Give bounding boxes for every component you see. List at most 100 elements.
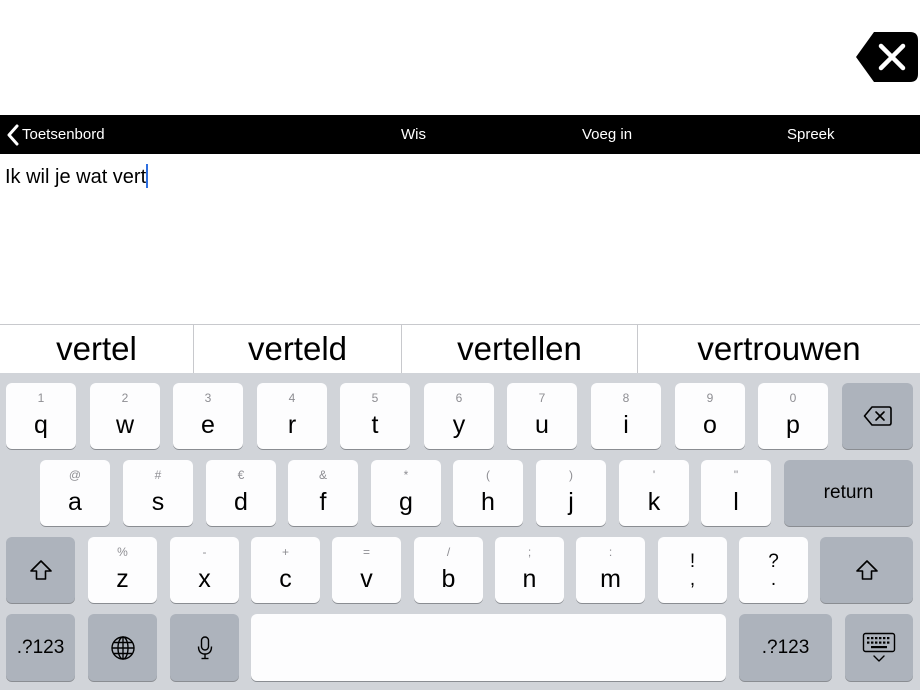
editor-text: Ik wil je wat vert — [5, 166, 147, 188]
key-p[interactable]: 0 p — [758, 383, 828, 449]
key-k[interactable]: ' k — [619, 460, 689, 526]
key-char: x — [198, 565, 211, 593]
key-s[interactable]: # s — [123, 460, 193, 526]
key-char: b — [441, 565, 456, 593]
key-hint: ) — [569, 468, 573, 482]
key-hint: " — [733, 468, 739, 482]
key-g[interactable]: * g — [371, 460, 441, 526]
key-l[interactable]: " l — [701, 460, 771, 526]
chevron-left-icon — [7, 124, 19, 145]
back-to-keyboard-button[interactable]: Toetsenbord — [6, 115, 105, 154]
key-v[interactable]: = v — [332, 537, 401, 603]
numbers-key-right[interactable]: .?123 — [739, 614, 832, 681]
back-label: Toetsenbord — [22, 126, 105, 143]
key-char: q — [34, 411, 48, 439]
key-q[interactable]: 1 q — [6, 383, 76, 449]
key-u[interactable]: 7 u — [507, 383, 577, 449]
key-hint: * — [403, 468, 409, 482]
key-hint: @ — [68, 468, 82, 482]
key-char: a — [68, 488, 82, 516]
key-exclamation-comma[interactable]: ! , — [658, 537, 727, 603]
key-d[interactable]: € d — [206, 460, 276, 526]
key-n[interactable]: ; n — [495, 537, 564, 603]
key-char: h — [481, 488, 495, 516]
key-hint: & — [318, 468, 327, 482]
key-i[interactable]: 8 i — [591, 383, 661, 449]
key-m[interactable]: : m — [576, 537, 645, 603]
app-root: Toetsenbord Wis Voeg in Spreek Ik wil je… — [0, 0, 920, 690]
key-hint: 3 — [204, 391, 212, 405]
return-key[interactable]: return — [784, 460, 913, 526]
key-hint: € — [237, 468, 245, 482]
key-hint: 8 — [622, 391, 630, 405]
key-h[interactable]: ( h — [453, 460, 523, 526]
clear-button[interactable]: Wis — [401, 115, 426, 154]
key-char: w — [115, 411, 135, 439]
insert-button[interactable]: Voeg in — [582, 115, 632, 154]
key-t[interactable]: 5 t — [340, 383, 410, 449]
key-hint: 9 — [706, 391, 714, 405]
keyboard-dismiss-icon — [862, 632, 896, 662]
key-hint: 4 — [288, 391, 296, 405]
key-hint: ' — [652, 468, 656, 482]
shift-icon — [855, 560, 878, 580]
key-hint: % — [117, 545, 128, 559]
space-key[interactable] — [251, 614, 726, 681]
hide-keyboard-key[interactable] — [845, 614, 913, 681]
key-hint: 6 — [455, 391, 463, 405]
speak-button[interactable]: Spreek — [787, 115, 835, 154]
suggestion-4[interactable]: vertrouwen — [638, 325, 920, 373]
key-hint: / — [446, 545, 451, 559]
key-hint: - — [202, 545, 207, 559]
key-char: z — [116, 565, 129, 593]
key-question-period[interactable]: ? . — [739, 537, 808, 603]
key-char: u — [535, 411, 549, 439]
key-bottom-char: , — [689, 569, 696, 590]
text-editor[interactable]: Ik wil je wat vert — [0, 154, 920, 324]
text-caret — [146, 164, 149, 188]
key-char: g — [399, 488, 413, 516]
key-r[interactable]: 4 r — [257, 383, 327, 449]
key-a[interactable]: @ a — [40, 460, 110, 526]
suggestion-3[interactable]: vertellen — [402, 325, 637, 373]
key-e[interactable]: 3 e — [173, 383, 243, 449]
key-hint: 1 — [37, 391, 45, 405]
key-c[interactable]: + c — [251, 537, 320, 603]
key-char: i — [623, 411, 629, 439]
key-char: o — [703, 411, 717, 439]
key-char: s — [151, 488, 165, 516]
key-b[interactable]: / b — [414, 537, 483, 603]
key-y[interactable]: 6 y — [424, 383, 494, 449]
return-label: return — [823, 482, 874, 503]
key-z[interactable]: % z — [88, 537, 157, 603]
numbers-key-left[interactable]: .?123 — [6, 614, 75, 681]
dictation-key[interactable] — [170, 614, 239, 681]
suggestion-2[interactable]: verteld — [194, 325, 401, 373]
numbers-label: .?123 — [16, 636, 65, 658]
key-hint: 7 — [538, 391, 546, 405]
key-o[interactable]: 9 o — [675, 383, 745, 449]
key-f[interactable]: & f — [288, 460, 358, 526]
key-j[interactable]: ) j — [536, 460, 606, 526]
globe-icon — [110, 635, 135, 660]
key-char: n — [522, 565, 537, 593]
globe-key[interactable] — [88, 614, 157, 681]
suggestion-1[interactable]: vertel — [0, 325, 193, 373]
key-hint: # — [154, 468, 162, 482]
delete-key[interactable] — [842, 383, 913, 449]
microphone-icon — [197, 635, 212, 659]
shift-key-right[interactable] — [820, 537, 913, 603]
key-char: l — [733, 488, 739, 516]
shift-key-left[interactable] — [6, 537, 75, 603]
key-char: t — [371, 411, 379, 439]
key-char: r — [287, 411, 297, 439]
key-char: k — [647, 488, 661, 516]
key-w[interactable]: 2 w — [90, 383, 160, 449]
close-button[interactable] — [856, 32, 918, 82]
key-x[interactable]: - x — [170, 537, 239, 603]
key-char: y — [452, 411, 466, 439]
key-hint: 2 — [121, 391, 129, 405]
editor-text-line: Ik wil je wat vert — [5, 164, 149, 189]
backspace-icon — [863, 406, 892, 426]
shift-icon — [29, 560, 52, 580]
